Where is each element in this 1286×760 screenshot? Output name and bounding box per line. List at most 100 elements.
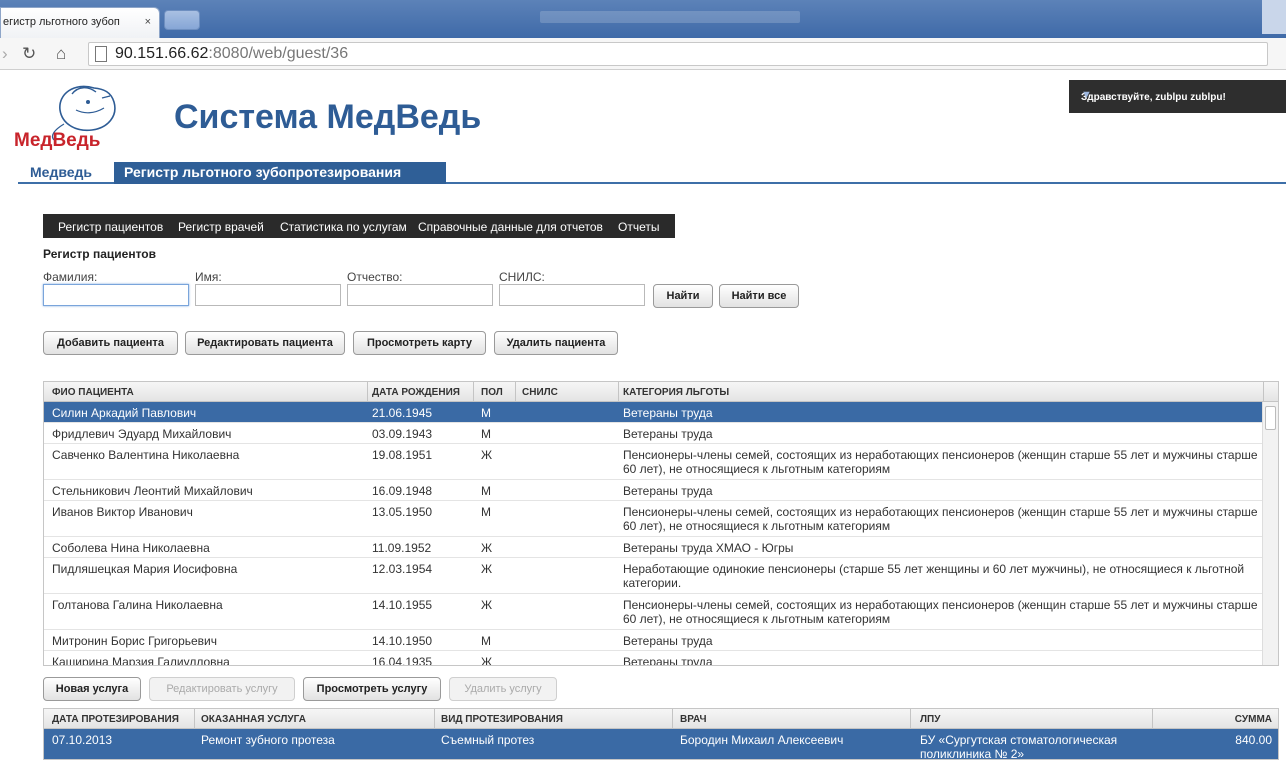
- table-row[interactable]: 07.10.2013 Ремонт зубного протеза Съемны…: [44, 729, 1278, 760]
- col-snils[interactable]: СНИЛС: [522, 387, 558, 398]
- nav-item-dental-register[interactable]: Регистр льготного зубопротезирования: [114, 162, 446, 184]
- url-path: :8080/web/guest/36: [208, 45, 349, 62]
- patient-name: Стельникович Леонтий Михайлович: [52, 484, 253, 498]
- patient-sex: М: [481, 484, 491, 498]
- main-navigation: Медведь Регистр льготного зубопротезиров…: [18, 162, 1286, 184]
- patient-dob: 21.06.1945: [372, 406, 433, 420]
- col-fio[interactable]: ФИО ПАЦИЕНТА: [52, 387, 134, 398]
- service-lpu: БУ «Сургутская стоматологическая поликли…: [920, 733, 1118, 760]
- patient-name: Пидляшецкая Мария Иосифовна: [52, 562, 238, 576]
- patient-category: Ветераны труда ХМАО - Югры: [623, 541, 794, 555]
- col-dob[interactable]: ДАТА РОЖДЕНИЯ: [372, 387, 460, 398]
- service-sum: 840.00: [1235, 733, 1272, 747]
- scrollbar-thumb[interactable]: [1265, 406, 1276, 430]
- patient-sex: Ж: [481, 562, 493, 576]
- chevron-down-icon[interactable]: ▼: [1081, 89, 1276, 101]
- patronymic-input[interactable]: [347, 284, 493, 306]
- patient-sex: Ж: [481, 655, 493, 666]
- logo-text: МедВедь: [14, 130, 101, 151]
- patient-category: Пенсионеры-члены семей, состоящих из нер…: [623, 598, 1258, 626]
- patient-name: Каширина Марзия Галиулловна: [52, 655, 230, 666]
- subnav-patients[interactable]: Регистр пациентов: [58, 220, 163, 234]
- new-service-button[interactable]: Новая услуга: [43, 677, 141, 701]
- col-service[interactable]: ОКАЗАННАЯ УСЛУГА: [201, 714, 306, 725]
- subnav-doctors[interactable]: Регистр врачей: [178, 220, 264, 234]
- col-category[interactable]: КАТЕГОРИЯ ЛЬГОТЫ: [623, 387, 729, 398]
- close-tab-icon[interactable]: ×: [145, 16, 151, 28]
- patient-sex: М: [481, 406, 491, 420]
- subnav-statistics[interactable]: Статистика по услугам: [280, 220, 407, 234]
- patient-name: Савченко Валентина Николаевна: [52, 448, 240, 462]
- table-row[interactable]: Фридлевич Эдуард Михайлович 03.09.1943 М Ве…: [44, 423, 1264, 444]
- patient-category: Пенсионеры-члены семей, состоящих из нер…: [623, 505, 1258, 533]
- medved-logo[interactable]: МедВедь: [14, 80, 144, 151]
- add-patient-button[interactable]: Добавить пациента: [43, 331, 178, 355]
- patient-name: Иванов Виктор Иванович: [52, 505, 193, 519]
- surname-input[interactable]: [43, 284, 189, 306]
- nav-item-medved[interactable]: Медведь: [30, 162, 92, 184]
- table-row[interactable]: Митронин Борис Григорьевич 14.10.1950 М Вет…: [44, 630, 1264, 651]
- browser-tab-title: егистр льготного зубоп: [3, 16, 120, 28]
- table-row[interactable]: Стельникович Леонтий Михайлович 16.09.194…: [44, 480, 1264, 501]
- table-row[interactable]: Пидляшецкая Мария Иосифовна 12.03.1954 Ж Не…: [44, 558, 1264, 594]
- page-title: Регистр пациентов: [43, 247, 156, 261]
- window-title-blurred: [540, 11, 800, 23]
- patient-name: Митронин Борис Григорьевич: [52, 634, 218, 648]
- subnav-reports[interactable]: Отчеты: [618, 220, 659, 234]
- table-row[interactable]: Соболева Нина Николаевна 11.09.1952 Ж Ветер…: [44, 537, 1264, 558]
- new-tab-button[interactable]: [164, 10, 200, 30]
- service-type: Съемный протез: [441, 733, 535, 747]
- col-sex[interactable]: ПОЛ: [481, 387, 503, 398]
- name-input[interactable]: [195, 284, 341, 306]
- browser-navbar: › ↻ ⌂ 90.151.66.62:8080/web/guest/36: [0, 38, 1286, 70]
- service-doctor: Бородин Михаил Алексеевич: [680, 733, 844, 747]
- patronymic-label: Отчество:: [347, 270, 403, 284]
- delete-patient-button[interactable]: Удалить пациента: [494, 331, 618, 355]
- window-control-button[interactable]: [1262, 0, 1286, 34]
- table-row[interactable]: Силин Аркадий Павлович 21.06.1945 М Ветеран…: [44, 402, 1264, 423]
- sub-navigation: Регистр пациентов Регистр врачей Статист…: [43, 214, 675, 238]
- patient-name: Голтанова Галина Николаевна: [52, 598, 223, 612]
- browser-titlebar: егистр льготного зубоп ×: [0, 0, 1286, 38]
- url-host: 90.151.66.62: [115, 45, 209, 62]
- patient-sex: М: [481, 427, 491, 441]
- col-sum[interactable]: СУММА: [1235, 714, 1272, 725]
- table-row[interactable]: Каширина Марзия Галиулловна 16.04.1935 Ж Ве…: [44, 651, 1264, 666]
- browser-tab[interactable]: егистр льготного зубоп ×: [0, 7, 160, 38]
- edit-patient-button[interactable]: Редактировать пациента: [185, 331, 345, 355]
- patient-dob: 03.09.1943: [372, 427, 433, 441]
- patient-sex: М: [481, 505, 491, 519]
- table-row[interactable]: Савченко Валентина Николаевна 19.08.1951 Ж…: [44, 444, 1264, 480]
- patients-grid: ФИО ПАЦИЕНТА ДАТА РОЖДЕНИЯ ПОЛ СНИЛС КАТ…: [43, 381, 1279, 666]
- col-doctor[interactable]: ВРАЧ: [680, 714, 707, 725]
- edit-service-button[interactable]: Редактировать услугу: [149, 677, 295, 701]
- col-date[interactable]: ДАТА ПРОТЕЗИРОВАНИЯ: [52, 714, 179, 725]
- view-card-button[interactable]: Просмотреть карту: [353, 331, 486, 355]
- find-button[interactable]: Найти: [653, 284, 713, 308]
- patient-dob: 19.08.1951: [372, 448, 433, 462]
- services-grid: ДАТА ПРОТЕЗИРОВАНИЯ ОКАЗАННАЯ УСЛУГА ВИД…: [43, 708, 1279, 760]
- col-type[interactable]: ВИД ПРОТЕЗИРОВАНИЯ: [441, 714, 563, 725]
- patient-dob: 13.05.1950: [372, 505, 433, 519]
- find-all-button[interactable]: Найти все: [719, 284, 799, 308]
- patient-name: Соболева Нина Николаевна: [52, 541, 210, 555]
- patients-scrollbar[interactable]: [1262, 402, 1278, 665]
- address-bar[interactable]: 90.151.66.62:8080/web/guest/36: [88, 42, 1268, 66]
- home-icon[interactable]: ⌂: [56, 44, 66, 64]
- col-lpu[interactable]: ЛПУ: [920, 714, 940, 725]
- subnav-reference-data[interactable]: Справочные данные для отчетов: [418, 220, 603, 234]
- snils-input[interactable]: [499, 284, 645, 306]
- patient-dob: 16.04.1935: [372, 655, 433, 666]
- patient-category: Ветераны труда: [623, 406, 713, 420]
- patient-sex: М: [481, 634, 491, 648]
- patient-sex: Ж: [481, 448, 493, 462]
- forward-icon[interactable]: ›: [2, 44, 8, 64]
- table-row[interactable]: Голтанова Галина Николаевна 14.10.1955 Ж Пе…: [44, 594, 1264, 630]
- user-menu[interactable]: Здравствуйте, zublpu zublpu! ▼: [1069, 80, 1286, 113]
- patient-dob: 16.09.1948: [372, 484, 433, 498]
- delete-service-button[interactable]: Удалить услугу: [449, 677, 557, 701]
- reload-icon[interactable]: ↻: [22, 44, 36, 64]
- table-row[interactable]: Иванов Виктор Иванович 13.05.1950 М Пенсион…: [44, 501, 1264, 537]
- view-service-button[interactable]: Просмотреть услугу: [303, 677, 441, 701]
- patient-sex: Ж: [481, 598, 493, 612]
